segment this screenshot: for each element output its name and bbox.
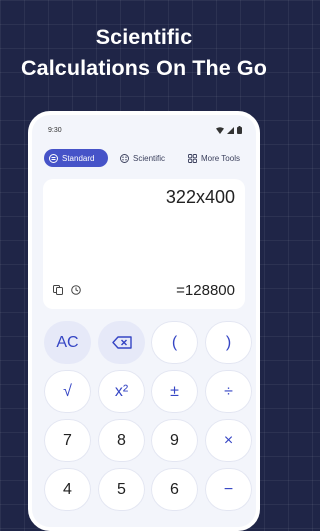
- key-minus[interactable]: −: [205, 468, 252, 511]
- headline: Scientific Calculations On The Go: [0, 22, 288, 84]
- signal-icon: [227, 126, 234, 134]
- tab-more-tools-label: More Tools: [201, 153, 240, 163]
- headline-line-1: Scientific: [95, 25, 193, 49]
- headline-line-2: Calculations On The Go: [21, 56, 267, 80]
- key-sqrt[interactable]: √: [44, 370, 91, 413]
- phone-frame: 9:30 Standard Scientific More Tools 322x…: [28, 111, 260, 531]
- key-4[interactable]: 4: [44, 468, 91, 511]
- key-9[interactable]: 9: [151, 419, 198, 462]
- key-7[interactable]: 7: [44, 419, 91, 462]
- status-time: 9:30: [48, 127, 62, 134]
- standard-icon: [49, 153, 58, 163]
- key-ac[interactable]: AC: [44, 321, 91, 364]
- key-6[interactable]: 6: [151, 468, 198, 511]
- scientific-icon: [120, 153, 129, 163]
- battery-icon: [237, 126, 242, 134]
- tab-scientific[interactable]: Scientific: [120, 149, 165, 167]
- key-multiply[interactable]: ×: [205, 419, 252, 462]
- key-5[interactable]: 5: [98, 468, 145, 511]
- mode-tabs: Standard Scientific More Tools: [44, 149, 254, 167]
- tab-scientific-label: Scientific: [133, 153, 166, 163]
- copy-icon[interactable]: [53, 285, 63, 295]
- key-plus-minus[interactable]: ±: [151, 370, 198, 413]
- key-8[interactable]: 8: [98, 419, 145, 462]
- key-divide[interactable]: ÷: [205, 370, 252, 413]
- key-square-label: x²: [114, 382, 129, 400]
- tab-more-tools[interactable]: More Tools: [188, 149, 240, 167]
- key-backspace[interactable]: [98, 321, 145, 364]
- tab-standard[interactable]: Standard: [44, 149, 108, 167]
- tab-standard-label: Standard: [62, 153, 95, 163]
- result-text: =128800: [176, 282, 235, 299]
- history-icon[interactable]: [71, 285, 81, 295]
- backspace-icon: [111, 336, 132, 349]
- status-bar: 9:30: [32, 115, 256, 141]
- key-open-paren[interactable]: (: [151, 321, 198, 364]
- expression-text: 322x400: [165, 187, 235, 207]
- grid-icon: [188, 153, 197, 163]
- key-square[interactable]: x²: [98, 370, 145, 413]
- key-close-paren[interactable]: ): [205, 321, 252, 364]
- wifi-icon: [216, 126, 224, 134]
- calculator-display: 322x400 =128800: [43, 179, 245, 309]
